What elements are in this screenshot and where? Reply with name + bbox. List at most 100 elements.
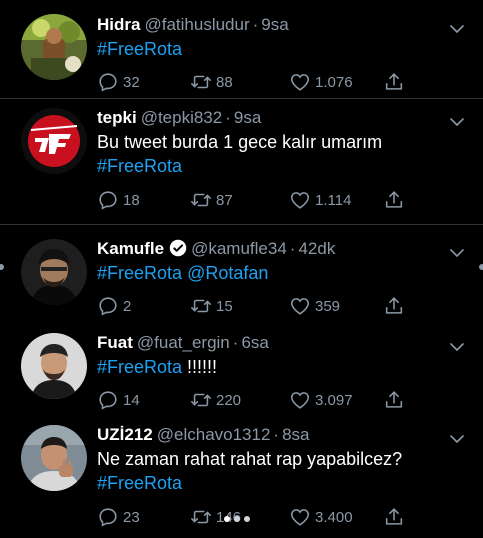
reply-icon [97,506,119,528]
tweet-text-segment: !!!!!! [182,357,218,377]
like-count: 359 [315,297,341,315]
heart-icon [289,71,311,93]
heart-icon [289,295,311,317]
like-button[interactable]: 1.076 [289,70,353,94]
like-count: 3.097 [315,391,353,409]
user-handle[interactable]: @fuat_ergin [137,333,230,352]
user-handle[interactable]: @tepki832 [141,108,223,127]
tweet-header: UZİ212 @elchavo1312 · 8sa [97,423,310,447]
tweet-header: Hidra @fatihusludur · 9sa [97,13,289,37]
hashtag-link[interactable]: #FreeRota [97,473,182,493]
tweet-text-line: #FreeRota @Rotafan [97,261,268,285]
tweet-text: #FreeRota !!!!!! [97,355,217,379]
avatar[interactable] [21,239,87,305]
reply-count: 2 [123,297,132,315]
heart-icon [289,389,311,411]
display-name[interactable]: Fuat [97,333,133,352]
tweet-header: Fuat @fuat_ergin · 6sa [97,331,269,355]
tweet-text: #FreeRota [97,37,182,61]
user-handle[interactable]: @elchavo1312 [157,425,271,444]
share-button[interactable] [383,188,405,212]
display-name[interactable]: Kamufle [97,239,164,258]
reply-icon [97,295,119,317]
tweet-text-line: #FreeRota [97,471,402,495]
share-button[interactable] [383,505,405,529]
chevron-down-icon[interactable] [450,431,464,443]
pager-dot[interactable] [224,516,230,522]
tweet-text: Bu tweet burda 1 gece kalır umarım #FreeR… [97,130,382,178]
chevron-down-icon[interactable] [450,245,464,257]
reply-icon [97,189,119,211]
reply-button[interactable]: 2 [97,294,131,318]
retweet-button[interactable]: 87 [190,188,233,212]
chevron-down-icon[interactable] [450,21,464,33]
display-name[interactable]: UZİ212 [97,425,153,444]
timestamp[interactable]: 6sa [241,333,268,352]
avatar[interactable] [21,333,87,399]
tweet-actions: 14 220 3.097 [97,388,417,412]
hashtag-link[interactable]: @Rotafan [187,263,268,283]
chevron-down-icon[interactable] [450,339,464,351]
like-button[interactable]: 359 [289,294,340,318]
hashtag-link[interactable]: #FreeRota [97,39,182,59]
heart-icon [289,189,311,211]
tweet-actions: 231463.400 [97,505,417,529]
hashtag-link[interactable]: #FreeRota [97,156,182,176]
separator-dot: · [232,333,239,352]
display-name[interactable]: tepki [97,108,137,127]
separator-dot: · [289,239,296,258]
tweet-divider [0,98,483,99]
tweet-text-segment: Ne zaman rahat rahat rap yapabilcez? [97,449,403,469]
reply-button[interactable]: 18 [97,188,140,212]
timestamp[interactable]: 42dk [298,239,335,258]
hashtag-link[interactable]: #FreeRota [97,357,182,377]
retweet-count: 220 [216,391,242,409]
retweet-icon [190,295,212,317]
scroll-indicator-right [479,264,483,270]
tweet-text: #FreeRota @Rotafan [97,261,268,285]
reply-count: 18 [123,191,140,209]
share-button[interactable] [383,70,405,94]
share-icon [383,389,405,411]
timestamp[interactable]: 8sa [282,425,309,444]
tweet-header: Kamufle @kamufle34 · 42dk [97,237,335,261]
reply-icon [97,71,119,93]
like-count: 1.114 [315,191,352,209]
tweet-text-line: Bu tweet burda 1 gece kalır umarım [97,130,382,154]
chevron-down-icon[interactable] [450,114,464,126]
user-handle[interactable]: @kamufle34 [191,239,287,258]
display-name[interactable]: Hidra [97,15,140,34]
user-handle[interactable]: @fatihusludur [144,15,249,34]
avatar[interactable] [21,425,87,491]
like-button[interactable]: 1.114 [289,188,351,212]
tweet-text-line: #FreeRota [97,37,182,61]
hashtag-link[interactable]: #FreeRota [97,263,182,283]
tweet-divider [0,224,483,225]
timestamp[interactable]: 9sa [234,108,261,127]
retweet-button[interactable]: 220 [190,388,241,412]
separator-dot: · [252,15,259,34]
reply-button[interactable]: 23 [97,505,140,529]
tweet-feed: Hidra @fatihusludur · 9sa #FreeRota 32 88 1.076… [0,0,483,538]
share-button[interactable] [383,294,405,318]
reply-button[interactable]: 14 [97,388,140,412]
retweet-button[interactable]: 88 [190,70,233,94]
timestamp[interactable]: 9sa [261,15,288,34]
share-icon [383,189,405,211]
retweet-icon [190,389,212,411]
retweet-button[interactable]: 15 [190,294,233,318]
share-icon [383,506,405,528]
retweet-count: 15 [216,297,233,315]
retweet-icon [190,189,212,211]
reply-button[interactable]: 32 [97,70,140,94]
pager-dot[interactable] [244,516,250,522]
avatar[interactable] [21,14,87,80]
like-button[interactable]: 3.400 [289,505,353,529]
share-button[interactable] [383,388,405,412]
avatar[interactable] [21,108,87,174]
reply-count: 14 [123,391,140,409]
separator-dot: · [273,425,280,444]
carousel-pager[interactable] [224,516,250,522]
pager-dot[interactable] [234,516,240,522]
like-button[interactable]: 3.097 [289,388,353,412]
